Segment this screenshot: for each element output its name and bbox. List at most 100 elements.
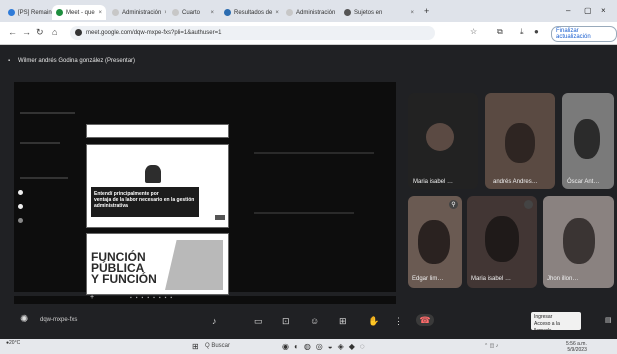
notification-title: Ingresar xyxy=(534,314,553,320)
tab-favicon-icon xyxy=(344,9,351,16)
tab-5[interactable]: Administración× xyxy=(282,5,338,20)
participant-name: Maria isabel … xyxy=(471,276,512,282)
avatar[interactable]: ● xyxy=(534,27,539,36)
participant-tile[interactable]: Maria isabel … xyxy=(467,196,537,288)
shared-tools-icon[interactable]: ▪▪▪▪▪▪▪▪ xyxy=(130,295,176,301)
new-tab-button[interactable]: + xyxy=(424,6,429,16)
add-icon[interactable]: + xyxy=(90,294,94,301)
participant-tile[interactable]: Maria isabel … xyxy=(408,93,478,189)
present-button[interactable]: ⊞ xyxy=(339,316,347,327)
bullet-icon xyxy=(18,204,23,209)
camera-button[interactable]: ▭ xyxy=(254,316,263,327)
tab-label: Administración xyxy=(122,9,162,16)
tab-1[interactable]: Meet - que × xyxy=(52,5,106,20)
chat-icon[interactable]: ▤ xyxy=(605,316,612,324)
participant-name: andrés Andres… xyxy=(493,179,538,185)
tab-close-icon[interactable]: × xyxy=(410,10,414,16)
minimize-button[interactable]: – xyxy=(566,6,570,15)
participant-tile[interactable]: Jhon illon… xyxy=(543,196,614,288)
home-icon[interactable]: ⌂ xyxy=(52,27,57,37)
emoji-button[interactable]: ☺ xyxy=(310,316,319,326)
tab-close-icon[interactable]: × xyxy=(164,10,166,16)
taskbar-apps-icon[interactable]: ◉◐◍◎◒◈◆◌ xyxy=(282,342,370,351)
shared-line xyxy=(20,112,75,114)
tab-label: Meet - que xyxy=(66,9,95,16)
tab-close-icon[interactable]: × xyxy=(98,10,102,16)
slide-thumbnail[interactable]: Entendí principalmente por ventaja de la… xyxy=(86,144,229,228)
tray-icons[interactable]: ⌃ ◫ ♪ xyxy=(484,343,498,349)
bullet-icon xyxy=(18,190,23,195)
slide-heading: FUNCIÓN PÚBLICA Y FUNCIÓN xyxy=(91,250,157,286)
notification-toast[interactable]: Ingresar Acceso a la llamada xyxy=(531,312,581,334)
site-info-icon[interactable] xyxy=(75,29,82,36)
tab-4[interactable]: Resultados de × xyxy=(220,5,280,20)
url-text: meet.google.com/dqw-mxpe-fxs?pli=1&authu… xyxy=(86,30,222,36)
participant-video xyxy=(563,218,595,264)
mic-button[interactable]: ♪ xyxy=(212,316,217,326)
person-figure xyxy=(145,165,161,183)
sun-icon: ✺ xyxy=(20,314,29,325)
slide-caption-box: Entendí principalmente por ventaja de la… xyxy=(91,187,199,217)
more-options-icon[interactable]: ⋮ xyxy=(394,316,403,327)
back-icon[interactable]: ← xyxy=(8,27,17,37)
participant-name: Jhon illon… xyxy=(547,276,579,282)
participant-name: Maria isabel … xyxy=(413,179,454,185)
participant-tile[interactable]: ⚲ Edgar lim… xyxy=(408,196,462,288)
tab-favicon-icon xyxy=(286,9,293,16)
shared-line xyxy=(254,212,354,214)
clock[interactable]: 5:56 a.m. 5/9/2023 xyxy=(566,341,587,353)
tab-close-icon[interactable]: × xyxy=(275,10,279,16)
captions-button[interactable]: ⊡ xyxy=(282,316,290,327)
tab-favicon-icon xyxy=(224,9,231,16)
taskbar-search[interactable]: Q Buscar xyxy=(205,343,230,349)
update-button[interactable]: Finalizar actualización xyxy=(551,26,617,42)
mic-icon xyxy=(524,200,533,209)
tab-favicon-icon xyxy=(8,9,15,16)
weather-widget[interactable]: ●20°C xyxy=(6,340,20,346)
participant-video xyxy=(505,123,535,163)
participant-video xyxy=(485,216,519,262)
tab-favicon-icon xyxy=(172,9,179,16)
download-icon[interactable]: ⤓ xyxy=(520,27,524,37)
slide-caption: Entendí principalmente por ventaja de la… xyxy=(94,191,195,209)
notification-body: Acceso a la llamada xyxy=(534,321,560,334)
extensions-icon[interactable]: ⧉ xyxy=(497,27,503,37)
raise-hand-button[interactable]: ✋ xyxy=(368,316,379,327)
reload-icon[interactable]: ↻ xyxy=(36,27,44,38)
participant-video xyxy=(418,220,450,264)
participant-tile[interactable]: andrés Andres… xyxy=(485,93,555,189)
participant-name: Edgar lim… xyxy=(412,276,444,282)
shared-line xyxy=(20,142,60,144)
screen-share-icon: ▪ xyxy=(8,58,11,64)
meeting-code: dqw-mxpe-fxs xyxy=(40,317,78,323)
tab-2[interactable]: Administración× xyxy=(108,5,166,20)
shared-line xyxy=(20,177,68,179)
slide-thumbnail[interactable] xyxy=(86,124,229,138)
address-bar[interactable]: meet.google.com/dqw-mxpe-fxs?pli=1&authu… xyxy=(70,26,435,40)
tab-label: Resultados de xyxy=(234,9,273,16)
tab-3[interactable]: Cuarto × xyxy=(168,5,218,20)
tab-0[interactable]: [PS] Remainder× xyxy=(4,5,52,20)
tab-label: Cuarto xyxy=(182,9,201,16)
participant-name: Óscar Ant… xyxy=(567,179,600,185)
start-icon[interactable]: ⊞ xyxy=(192,342,199,351)
slide-thumbnail[interactable]: FUNCIÓN PÚBLICA Y FUNCIÓN xyxy=(86,233,229,295)
close-window-button[interactable]: × xyxy=(601,6,606,15)
tab-favicon-icon xyxy=(56,9,63,16)
weather-temp: 20°C xyxy=(9,340,21,346)
tab-label: Sujetos en xyxy=(354,9,383,16)
maximize-button[interactable]: ▢ xyxy=(584,6,592,15)
tab-6[interactable]: Sujetos en × xyxy=(340,5,418,20)
presenter-label: Wilmer andrés Godina gonzález (Presentar… xyxy=(18,58,136,64)
tab-label: [PS] Remainder xyxy=(18,9,52,16)
slide-photo xyxy=(165,240,223,290)
mic-icon: ⚲ xyxy=(449,200,458,209)
tab-close-icon[interactable]: × xyxy=(210,10,214,16)
slide-number xyxy=(215,215,225,220)
bookmark-icon[interactable]: ☆ xyxy=(470,27,477,36)
end-call-button[interactable]: ☎ xyxy=(416,314,434,326)
participant-tile[interactable]: Óscar Ant… xyxy=(562,93,614,189)
avatar xyxy=(426,123,454,151)
participant-video xyxy=(574,119,600,159)
forward-icon[interactable]: → xyxy=(22,27,31,37)
